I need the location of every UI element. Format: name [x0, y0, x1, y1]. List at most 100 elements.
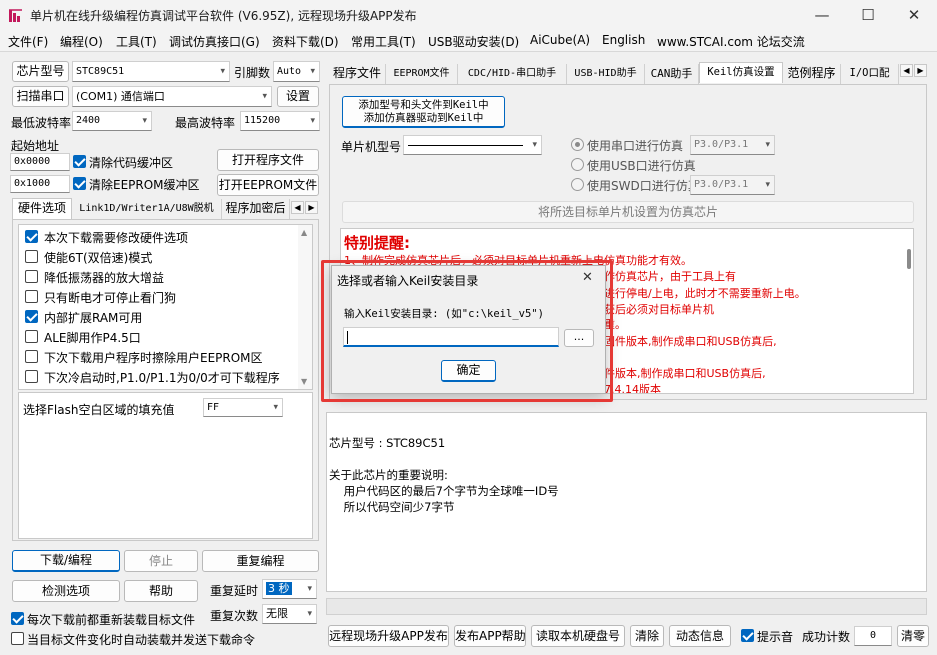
add-to-keil-button[interactable]: 添加型号和头文件到Keil中 添加仿真器驱动到Keil中	[342, 96, 505, 128]
info-line	[329, 451, 559, 467]
menu-file[interactable]: 文件(F)	[8, 33, 48, 50]
open-program-file-button[interactable]: 打开程序文件	[217, 149, 319, 171]
option-label: 下次冷启动时,P1.0/P1.1为0/0才可下载程序	[44, 371, 280, 385]
tab-cdc-hid-serial[interactable]: CDC/HID-串口助手	[458, 64, 567, 84]
option-label: 下次下载用户程序时擦除用户EEPROM区	[44, 351, 263, 365]
check-options-button[interactable]: 检测选项	[12, 580, 120, 602]
mcu-model-select[interactable]: ▾	[403, 135, 542, 155]
code-address-input[interactable]: 0x0000	[10, 153, 70, 171]
max-baud-select[interactable]: 115200 ▾	[240, 111, 320, 131]
chevron-down-icon: ▾	[262, 91, 267, 101]
menu-tools[interactable]: 工具(T)	[116, 33, 157, 50]
scroll-up-icon[interactable]: ▲	[301, 228, 307, 237]
menu-downloads[interactable]: 资料下载(D)	[272, 33, 339, 50]
sim-serial-pins-value: P3.0/P3.1	[694, 139, 749, 150]
set-as-sim-chip-button[interactable]: 将所选目标单片机设置为仿真芯片	[342, 201, 914, 223]
clear-count-button[interactable]: 清零	[897, 625, 929, 647]
menu-usb-driver[interactable]: USB驱动安装(D)	[428, 33, 519, 50]
stop-button[interactable]: 停止	[124, 550, 198, 572]
tab-io-config[interactable]: I/O口配	[841, 64, 899, 84]
info-line: 关于此芯片的重要说明:	[329, 468, 448, 482]
option-label: ALE脚用作P4.5口	[44, 331, 141, 345]
reload-each-label: 每次下载前都重新装载目标文件	[27, 613, 196, 627]
notice-line: 作仿真芯片，由于工具上有	[604, 270, 736, 283]
tab-examples[interactable]: 范例程序	[783, 64, 841, 84]
repeat-delay-label: 重复延时	[210, 584, 259, 598]
tab-encryption[interactable]: 程序加密后	[222, 199, 290, 219]
tab-hardware-options[interactable]: 硬件选项	[12, 198, 72, 219]
tab-scroll-left-icon[interactable]: ◀	[291, 201, 304, 214]
tab-scroll-left-icon[interactable]: ◀	[900, 64, 913, 77]
tab-program-file[interactable]: 程序文件	[329, 64, 386, 84]
notice-line: 进行停电/上电，此时才不需要重新上电。	[604, 287, 806, 300]
eeprom-address-input[interactable]: 0x1000	[10, 175, 70, 193]
scan-port-button[interactable]: 扫描串口	[12, 86, 69, 107]
min-baud-select[interactable]: 2400 ▾	[72, 111, 152, 131]
menu-common-tools[interactable]: 常用工具(T)	[351, 33, 416, 50]
tab-scroll-right-icon[interactable]: ▶	[305, 201, 318, 214]
auto-load-checkbox[interactable]	[11, 632, 24, 645]
sim-usb-radio[interactable]	[571, 158, 584, 171]
option-checkbox[interactable]	[25, 310, 38, 323]
beep-label: 提示音	[757, 630, 794, 644]
help-button[interactable]: 帮助	[124, 580, 198, 602]
repeat-delay-select[interactable]: 3 秒 ▾	[262, 579, 317, 599]
sim-serial-pins-select[interactable]: P3.0/P3.1 ▾	[690, 135, 775, 155]
open-eeprom-file-button[interactable]: 打开EEPROM文件	[217, 174, 319, 196]
menu-aicube[interactable]: AiCube(A)	[530, 33, 590, 47]
clear-button[interactable]: 清除	[630, 625, 664, 647]
pin-count-select[interactable]: Auto ▾	[273, 61, 320, 82]
notice-scrollbar-thumb[interactable]	[907, 249, 911, 269]
minimize-button[interactable]: —	[799, 0, 845, 31]
option-checkbox[interactable]	[25, 230, 38, 243]
close-window-button[interactable]: ✕	[891, 0, 937, 31]
chevron-down-icon: ▾	[532, 140, 537, 150]
reload-each-checkbox[interactable]	[11, 612, 24, 625]
option-checkbox[interactable]	[25, 290, 38, 303]
min-baud-value: 2400	[76, 115, 101, 126]
tab-eeprom-file[interactable]: EEPROM文件	[386, 64, 458, 84]
maximize-button[interactable]: ☐	[845, 0, 891, 31]
port-select[interactable]: (COM1) 通信端口 ▾	[72, 86, 272, 107]
tab-scroll-right-icon[interactable]: ▶	[914, 64, 927, 77]
chip-type-button[interactable]: 芯片型号	[12, 61, 69, 82]
success-count-label: 成功计数	[802, 630, 851, 644]
flash-fill-select[interactable]: FF ▾	[203, 398, 283, 417]
options-scrollbar[interactable]: ▲ ▼	[298, 225, 312, 389]
tab-usb-hid[interactable]: USB-HID助手	[567, 64, 645, 84]
option-checkbox[interactable]	[25, 270, 38, 283]
publish-app-help-button[interactable]: 发布APP帮助	[454, 625, 526, 647]
tab-offline-writer[interactable]: Link1D/Writer1A/U8W脱机	[72, 199, 222, 219]
option-checkbox[interactable]	[25, 350, 38, 363]
option-checkbox[interactable]	[25, 250, 38, 263]
port-value: (COM1) 通信端口	[76, 90, 165, 103]
flash-fill-label: 选择Flash空白区域的填充值	[23, 403, 175, 417]
beep-checkbox[interactable]	[741, 629, 754, 642]
tab-keil-sim-settings[interactable]: Keil仿真设置	[699, 62, 783, 83]
tab-can[interactable]: CAN助手	[645, 64, 699, 84]
chevron-down-icon: ▾	[765, 180, 770, 190]
add-keil-line1: 添加型号和头文件到Keil中	[358, 99, 489, 111]
clear-eeprom-checkbox[interactable]	[73, 177, 86, 190]
dynamic-info-button[interactable]: 动态信息	[669, 625, 731, 647]
repeat-count-select[interactable]: 无限 ▾	[262, 604, 317, 624]
scroll-down-icon[interactable]: ▼	[301, 377, 307, 386]
menu-debug-interface[interactable]: 调试仿真接口(G)	[169, 33, 260, 50]
clear-code-checkbox[interactable]	[73, 155, 86, 168]
port-settings-button[interactable]: 设置	[277, 86, 319, 107]
sim-serial-radio[interactable]	[571, 138, 584, 151]
option-checkbox[interactable]	[25, 330, 38, 343]
option-checkbox[interactable]	[25, 370, 38, 383]
menu-program[interactable]: 编程(O)	[60, 33, 103, 50]
success-count-field: 0	[854, 626, 892, 646]
download-program-button[interactable]: 下载/编程	[12, 550, 120, 572]
sim-swd-radio[interactable]	[571, 178, 584, 191]
repeat-program-button[interactable]: 重复编程	[202, 550, 319, 572]
sim-swd-pins-select[interactable]: P3.0/P3.1 ▾	[690, 175, 775, 195]
chip-type-select[interactable]: STC89C51 ▾	[72, 61, 230, 82]
menu-forum-link[interactable]: www.STCAI.com 论坛交流	[657, 33, 805, 50]
chip-info-text-area: 芯片型号 : STC89C51 关于此芯片的重要说明: 用户代码区的最后7个字节为…	[326, 412, 927, 592]
remote-upgrade-button[interactable]: 远程现场升级APP发布	[328, 625, 449, 647]
menu-english[interactable]: English	[602, 33, 645, 47]
read-disk-id-button[interactable]: 读取本机硬盘号	[531, 625, 625, 647]
